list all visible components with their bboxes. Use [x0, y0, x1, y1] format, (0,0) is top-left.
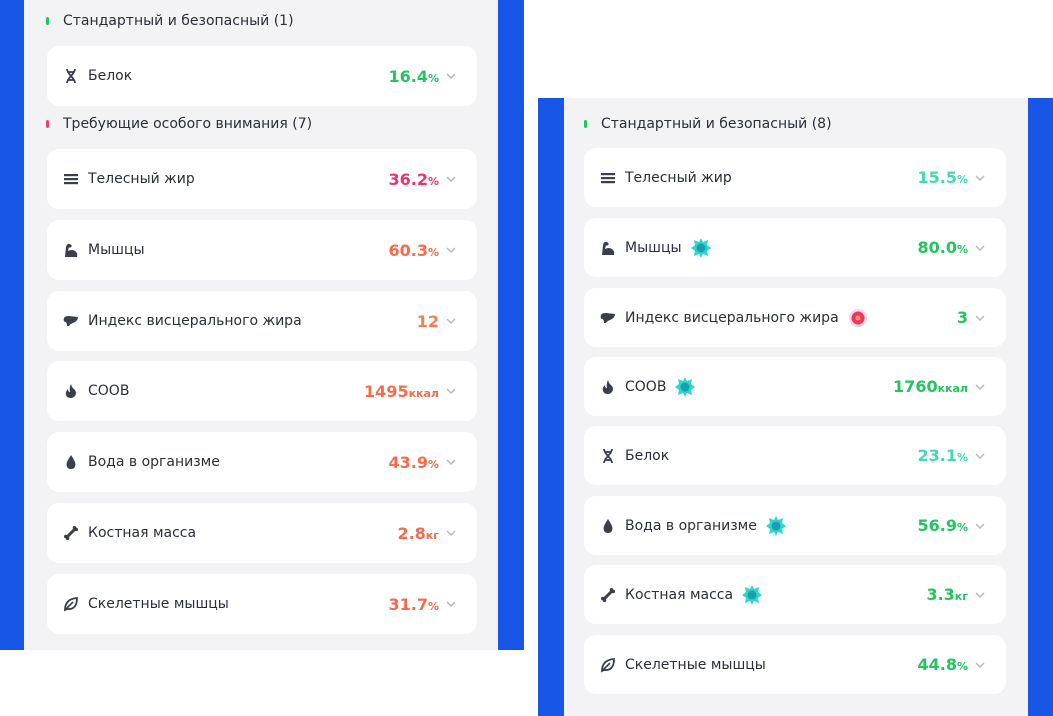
bone-icon — [64, 526, 78, 540]
chevron-down-icon[interactable] — [445, 70, 457, 82]
metric-label: Белок — [88, 68, 133, 84]
leaf-icon — [601, 657, 615, 672]
body-fat-icon — [601, 172, 615, 183]
flame-icon — [65, 384, 76, 398]
metric-card-bone-mass[interactable]: Костная масса 3.3кг — [584, 565, 1006, 624]
chevron-down-icon[interactable] — [445, 244, 457, 256]
metric-label: Индекс висцерального жира — [625, 309, 839, 326]
liver-icon — [63, 316, 78, 326]
metric-label: СООВ — [88, 383, 130, 399]
metric-label: Скелетные мышцы — [88, 596, 229, 612]
chevron-down-icon[interactable] — [445, 456, 457, 468]
achievement-badge-icon — [675, 376, 696, 397]
section-header-standard: Стандартный и безопасный (8) — [584, 116, 832, 132]
bone-icon — [601, 587, 615, 602]
chevron-down-icon[interactable] — [974, 242, 986, 254]
alert-dot-icon — [848, 308, 867, 327]
section-header-attention: Требующие особого внимания (7) — [46, 116, 312, 132]
body-fat-icon — [64, 174, 78, 185]
metric-card-body-water[interactable]: Вода в организме 56.9% — [584, 496, 1006, 555]
water-drop-icon — [66, 455, 76, 469]
achievement-badge-icon — [742, 584, 763, 605]
liver-icon — [600, 312, 615, 323]
metric-label: Телесный жир — [88, 171, 195, 187]
chevron-down-icon[interactable] — [974, 450, 986, 462]
metric-card-muscle[interactable]: Мышцы 80.0% — [584, 218, 1006, 277]
metric-value: 16.4% — [388, 66, 439, 86]
metric-label: Вода в организме — [625, 517, 757, 534]
chevron-down-icon[interactable] — [974, 659, 986, 671]
metric-card-body-fat[interactable]: Телесный жир 15.5% — [584, 148, 1006, 207]
metric-value: 44.8% — [917, 655, 968, 674]
chevron-down-icon[interactable] — [974, 520, 986, 532]
metric-label: Мышцы — [625, 239, 682, 256]
metric-card-visceral-fat[interactable]: Индекс висцерального жира 12 — [47, 291, 477, 351]
metric-value: 60.3% — [388, 240, 439, 260]
metric-value: 31.7% — [388, 594, 439, 614]
metric-card-visceral-fat[interactable]: Индекс висцерального жира 3 — [584, 288, 1006, 347]
metric-label: Индекс висцерального жира — [88, 313, 302, 329]
metric-card-protein[interactable]: Белок 23.1% — [584, 426, 1006, 485]
metric-card-bmr[interactable]: СООВ 1495ккал — [47, 361, 477, 421]
flame-icon — [602, 379, 613, 394]
metric-card-protein[interactable]: Белок 16.4% — [47, 46, 477, 106]
chevron-down-icon[interactable] — [445, 598, 457, 610]
left-metrics-list: Стандартный и безопасный (1) Белок 16.4%… — [24, 0, 498, 650]
metric-value: 1495ккал — [364, 381, 439, 401]
metric-value: 43.9% — [388, 452, 439, 472]
metric-value: 3 — [956, 308, 968, 327]
metric-card-bone-mass[interactable]: Костная масса 2.8кг — [47, 503, 477, 563]
dna-icon — [66, 68, 76, 84]
metric-card-body-fat[interactable]: Телесный жир 36.2% — [47, 149, 477, 209]
section-title: Стандартный и безопасный (1) — [63, 13, 294, 29]
metric-value: 56.9% — [917, 516, 968, 535]
metric-value: 1760ккал — [893, 377, 968, 396]
section-marker — [46, 17, 49, 25]
muscle-icon — [65, 243, 78, 257]
dna-icon — [603, 448, 613, 463]
chevron-down-icon[interactable] — [445, 385, 457, 397]
chevron-down-icon[interactable] — [974, 381, 986, 393]
metric-value: 3.3кг — [926, 585, 968, 604]
metric-label: Мышцы — [88, 242, 145, 258]
metric-card-skeletal-muscle[interactable]: Скелетные мышцы 44.8% — [584, 635, 1006, 694]
leaf-icon — [64, 597, 78, 612]
metric-label: Костная масса — [625, 586, 734, 603]
section-header-standard: Стандартный и безопасный (1) — [46, 13, 294, 29]
metric-label: Белок — [625, 447, 670, 464]
section-marker — [46, 120, 49, 128]
chevron-down-icon[interactable] — [445, 527, 457, 539]
metric-value: 2.8кг — [397, 523, 439, 543]
achievement-badge-icon — [765, 515, 786, 536]
chevron-down-icon[interactable] — [445, 173, 457, 185]
metric-card-bmr[interactable]: СООВ 1760ккал — [584, 357, 1006, 416]
chevron-down-icon[interactable] — [974, 312, 986, 324]
chevron-down-icon[interactable] — [974, 589, 986, 601]
metric-label: Вода в организме — [88, 454, 220, 470]
metric-label: Костная масса — [88, 525, 197, 541]
metric-value: 36.2% — [388, 169, 439, 189]
metric-value: 12 — [416, 311, 439, 331]
metric-label: Телесный жир — [625, 169, 732, 186]
metric-card-body-water[interactable]: Вода в организме 43.9% — [47, 432, 477, 492]
chevron-down-icon[interactable] — [445, 315, 457, 327]
metric-value: 15.5% — [917, 168, 968, 187]
right-screenshot-panel: Стандартный и безопасный (8) Телесный жи… — [538, 98, 1053, 716]
chevron-down-icon[interactable] — [974, 172, 986, 184]
muscle-icon — [602, 241, 615, 255]
right-metrics-list: Стандартный и безопасный (8) Телесный жи… — [564, 98, 1028, 716]
water-drop-icon — [603, 518, 613, 533]
metric-card-muscle[interactable]: Мышцы 60.3% — [47, 220, 477, 280]
metric-label: Скелетные мышцы — [625, 656, 766, 673]
section-title: Стандартный и безопасный (8) — [601, 116, 832, 132]
achievement-badge-icon — [690, 237, 711, 258]
metric-value: 80.0% — [917, 238, 968, 257]
metric-card-skeletal-muscle[interactable]: Скелетные мышцы 31.7% — [47, 574, 477, 634]
section-marker — [584, 120, 587, 128]
section-title: Требующие особого внимания (7) — [63, 116, 313, 132]
metric-value: 23.1% — [917, 446, 968, 465]
left-screenshot-panel: Стандартный и безопасный (1) Белок 16.4%… — [0, 0, 524, 650]
metric-label: СООВ — [625, 378, 667, 395]
